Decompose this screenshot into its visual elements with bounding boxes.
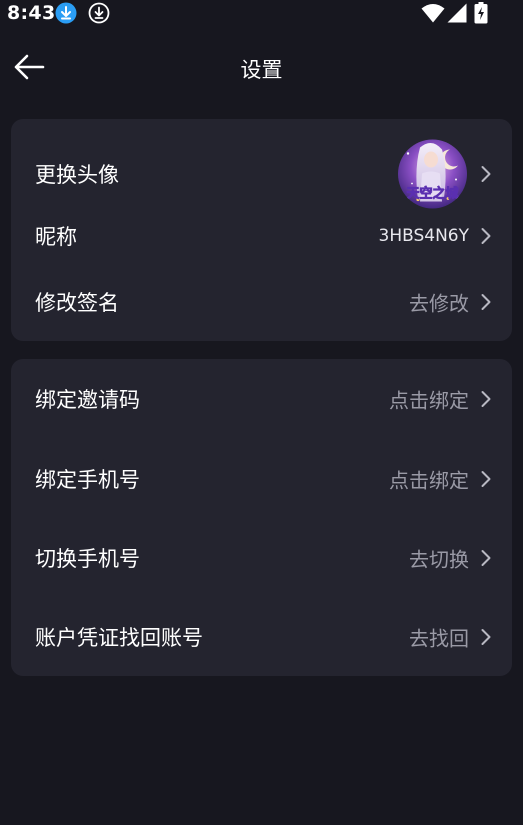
switch-phone-label: 切换手机号 bbox=[35, 546, 140, 571]
page-title: 设置 bbox=[240, 58, 283, 82]
switch-phone-value: 去切换 bbox=[409, 547, 469, 571]
signal-icon bbox=[447, 3, 467, 23]
recover-account-row[interactable]: 账户凭证找回账号 去找回 bbox=[11, 597, 512, 676]
invite-code-label: 绑定邀请码 bbox=[35, 388, 140, 412]
recover-account-label: 账户凭证找回账号 bbox=[35, 625, 203, 650]
bind-phone-row[interactable]: 绑定手机号 点击绑定 bbox=[11, 439, 512, 518]
switch-phone-row[interactable]: 切换手机号 去切换 bbox=[11, 518, 512, 597]
settings-screen: 8:43 设置 更换头像 天空之城 昵称 3HBS4N6Y 修改签名 去修改 绑… bbox=[0, 0, 523, 825]
chevron-right-icon bbox=[481, 628, 491, 645]
app-header: 设置 bbox=[0, 40, 523, 96]
nickname-row[interactable]: 昵称 3HBS4N6Y bbox=[11, 211, 512, 261]
profile-settings-card: 更换头像 天空之城 昵称 3HBS4N6Y 修改签名 去修改 bbox=[11, 119, 512, 341]
bind-phone-value: 点击绑定 bbox=[389, 468, 469, 492]
nickname-value: 3HBS4N6Y bbox=[378, 226, 470, 246]
recover-account-value: 去找回 bbox=[409, 626, 469, 650]
chevron-right-icon bbox=[481, 228, 491, 244]
download-filled-icon bbox=[55, 2, 77, 24]
status-time: 8:43 bbox=[7, 2, 56, 24]
download-outline-icon bbox=[88, 2, 110, 24]
chevron-right-icon bbox=[481, 391, 491, 407]
avatar: 天空之城 bbox=[398, 139, 467, 209]
signature-label: 修改签名 bbox=[35, 291, 119, 315]
invite-code-value: 点击绑定 bbox=[389, 388, 469, 413]
chevron-right-icon bbox=[481, 166, 491, 182]
chevron-right-icon bbox=[481, 294, 491, 310]
avatar-image-text: 天空之城 bbox=[406, 186, 458, 202]
status-bar: 8:43 bbox=[0, 0, 523, 28]
signature-row[interactable]: 修改签名 去修改 bbox=[11, 269, 512, 335]
account-settings-card: 绑定邀请码 点击绑定 绑定手机号 点击绑定 切换手机号 去切换 账户凭证找回账号… bbox=[11, 359, 512, 676]
signature-value: 去修改 bbox=[409, 291, 469, 316]
nickname-label: 昵称 bbox=[35, 225, 77, 249]
bind-phone-label: 绑定手机号 bbox=[35, 467, 140, 492]
change-avatar-label: 更换头像 bbox=[35, 163, 119, 187]
wifi-icon bbox=[421, 4, 445, 23]
invite-code-row[interactable]: 绑定邀请码 点击绑定 bbox=[11, 359, 512, 439]
chevron-right-icon bbox=[481, 549, 491, 566]
chevron-right-icon bbox=[481, 470, 491, 487]
battery-charging-icon bbox=[474, 2, 488, 24]
